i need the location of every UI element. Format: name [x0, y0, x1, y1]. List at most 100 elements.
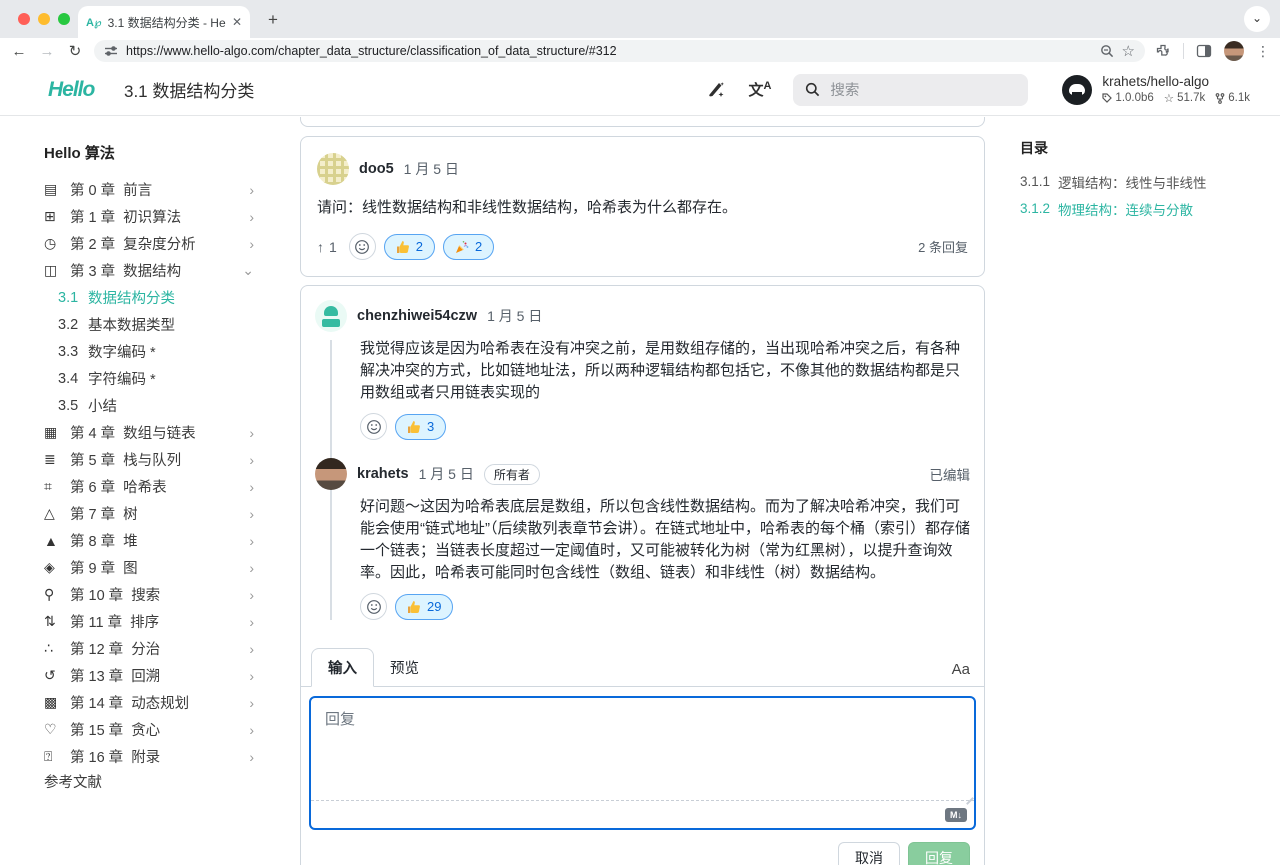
reaction-thumbs-up[interactable]: 3 [395, 414, 446, 440]
minimize-window-button[interactable] [38, 13, 50, 25]
sidebar-item-chapter-2[interactable]: ◷ 第 2 章复杂度分析 › [44, 230, 254, 257]
sidebar-item-chapter-14[interactable]: ▩ 第 14 章动态规划 › [44, 689, 254, 716]
refresh-icon[interactable]: ↻ [66, 42, 84, 60]
chevron-down-icon[interactable]: ⌄ [242, 262, 254, 279]
tab-search-chevron-icon[interactable]: ⌄ [1244, 6, 1270, 32]
markdown-icon[interactable]: M↓ [945, 808, 967, 822]
close-window-button[interactable] [18, 13, 30, 25]
previous-card-partial [300, 117, 985, 127]
browser-menu-icon[interactable]: ⋮ [1256, 43, 1270, 60]
chevron-right-icon[interactable]: › [249, 695, 254, 711]
sidebar-item-chapter-11[interactable]: ⇅ 第 11 章排序 › [44, 608, 254, 635]
page-title: 3.1 数据结构分类 [124, 77, 254, 102]
address-bar[interactable]: https://www.hello-algo.com/chapter_data_… [94, 40, 1145, 62]
reaction-thumbs-up[interactable]: 29 [395, 594, 453, 620]
sidebar-item-chapter-6[interactable]: ⌗ 第 6 章哈希表 › [44, 473, 254, 500]
side-panel-icon[interactable] [1196, 43, 1212, 59]
comment-date[interactable]: 1 月 5 日 [404, 159, 459, 179]
avatar[interactable] [315, 300, 347, 332]
sidebar-item-chapter-13[interactable]: ↺ 第 13 章回溯 › [44, 662, 254, 689]
chevron-right-icon[interactable]: › [249, 749, 254, 765]
browser-tab[interactable]: A℘ 3.1 数据结构分类 - Hello 算法 ✕ [78, 6, 250, 38]
upvote-button[interactable]: ↑ 1 [317, 239, 337, 255]
extensions-icon[interactable] [1155, 43, 1171, 59]
sidebar-item-chapter-7[interactable]: △ 第 7 章树 › [44, 500, 254, 527]
theme-toggle-icon[interactable] [706, 80, 726, 100]
comment-date[interactable]: 1 月 5 日 [419, 464, 474, 484]
sidebar-item-references[interactable]: 参考文献 [44, 770, 254, 797]
toc-item-3-1-1[interactable]: 3.1.1逻辑结构：线性与非线性 [1020, 168, 1270, 195]
chevron-right-icon[interactable]: › [249, 506, 254, 522]
sidebar-item-chapter-1[interactable]: ⊞ 第 1 章初识算法 › [44, 203, 254, 230]
chevron-right-icon[interactable]: › [249, 722, 254, 738]
sidebar-item-chapter-15[interactable]: ♡ 第 15 章贪心 › [44, 716, 254, 743]
sidebar-item-3-1[interactable]: 3.1数据结构分类 [44, 284, 254, 311]
new-tab-button[interactable]: + [268, 10, 278, 30]
reaction-tada[interactable]: 2 [443, 234, 494, 260]
tab-preview[interactable]: 预览 [374, 649, 435, 686]
chevron-right-icon[interactable]: › [249, 479, 254, 495]
zoom-page-icon[interactable] [1100, 44, 1114, 58]
sidebar-item-chapter-10[interactable]: ⚲ 第 10 章搜索 › [44, 581, 254, 608]
replies-count-label: 2 条回复 [918, 237, 968, 256]
bookmark-star-icon[interactable]: ☆ [1122, 42, 1135, 60]
add-reaction-button[interactable] [349, 233, 376, 260]
back-icon[interactable]: ← [10, 43, 28, 60]
chevron-right-icon[interactable]: › [249, 425, 254, 441]
chevron-right-icon[interactable]: › [249, 641, 254, 657]
comment-author[interactable]: doo5 [359, 161, 394, 177]
sidebar-item-3-5[interactable]: 3.5小结 [44, 392, 254, 419]
browser-profile-avatar[interactable] [1224, 41, 1244, 61]
hello-algo-logo[interactable]: Hello [48, 78, 124, 102]
url-text[interactable]: https://www.hello-algo.com/chapter_data_… [126, 44, 1092, 58]
reply-submit-button[interactable]: 回复 [908, 842, 970, 865]
sidebar-item-3-3[interactable]: 3.3数字编码 * [44, 338, 254, 365]
chevron-right-icon[interactable]: › [249, 182, 254, 198]
comment-author[interactable]: chenzhiwei54czw [357, 308, 477, 324]
chevron-right-icon[interactable]: › [249, 614, 254, 630]
sidebar-item-chapter-4[interactable]: ▦ 第 4 章数组与链表 › [44, 419, 254, 446]
sidebar-item-chapter-3[interactable]: ◫ 第 3 章数据结构 ⌄ [44, 257, 254, 284]
window-controls[interactable] [18, 13, 70, 25]
site-settings-icon[interactable] [104, 44, 118, 58]
cancel-button[interactable]: 取消 [838, 842, 900, 865]
sidebar-item-3-2[interactable]: 3.2基本数据类型 [44, 311, 254, 338]
thumbs-up-icon [407, 600, 421, 614]
github-repo-link[interactable]: krahets/hello-algo 1.0.0b6 ☆51.7k 6.1k [1062, 74, 1250, 105]
add-reaction-button[interactable] [360, 593, 387, 620]
chevron-right-icon[interactable]: › [249, 452, 254, 468]
comment-author[interactable]: krahets [357, 466, 409, 482]
sidebar-item-chapter-16[interactable]: ⍰ 第 16 章附录 › [44, 743, 254, 770]
repo-name: krahets/hello-algo [1102, 74, 1250, 89]
table-of-contents: 目录 3.1.1逻辑结构：线性与非线性 3.1.2物理结构：连续与分散 [1020, 138, 1270, 222]
forward-icon[interactable]: → [38, 43, 56, 60]
toc-item-3-1-2[interactable]: 3.1.2物理结构：连续与分散 [1020, 195, 1270, 222]
avatar[interactable] [317, 153, 349, 185]
search-input[interactable]: 搜索 [793, 74, 1028, 106]
zoom-window-button[interactable] [58, 13, 70, 25]
sidebar-item-chapter-5[interactable]: ≣ 第 5 章栈与队列 › [44, 446, 254, 473]
sidebar-item-chapter-0[interactable]: ▤ 第 0 章前言 › [44, 176, 254, 203]
avatar[interactable] [315, 458, 347, 490]
sidebar-item-3-4[interactable]: 3.4字符编码 * [44, 365, 254, 392]
comment-date[interactable]: 1 月 5 日 [487, 306, 542, 326]
sidebar-item-chapter-12[interactable]: ∴ 第 12 章分治 › [44, 635, 254, 662]
chevron-right-icon[interactable]: › [249, 236, 254, 252]
tab-write[interactable]: 输入 [311, 648, 374, 687]
sidebar-item-chapter-9[interactable]: ◈ 第 9 章图 › [44, 554, 254, 581]
heap-icon: ▲ [44, 533, 70, 549]
sidebar-nav: Hello 算法 ▤ 第 0 章前言 › ⊞ 第 1 章初识算法 › ◷ 第 2… [44, 142, 254, 797]
text-format-button[interactable]: Aa [952, 661, 970, 686]
add-reaction-button[interactable] [360, 413, 387, 440]
reply-textarea[interactable] [311, 698, 974, 798]
reaction-thumbs-up[interactable]: 2 [384, 234, 435, 260]
sidebar-item-chapter-8[interactable]: ▲ 第 8 章堆 › [44, 527, 254, 554]
chevron-right-icon[interactable]: › [249, 560, 254, 576]
chevron-right-icon[interactable]: › [249, 209, 254, 225]
chevron-right-icon[interactable]: › [249, 668, 254, 684]
chevron-right-icon[interactable]: › [249, 533, 254, 549]
tab-close-icon[interactable]: ✕ [232, 15, 242, 29]
language-switch-icon[interactable]: 文A [748, 79, 771, 100]
chevron-right-icon[interactable]: › [249, 587, 254, 603]
github-logo-icon [1062, 75, 1092, 105]
